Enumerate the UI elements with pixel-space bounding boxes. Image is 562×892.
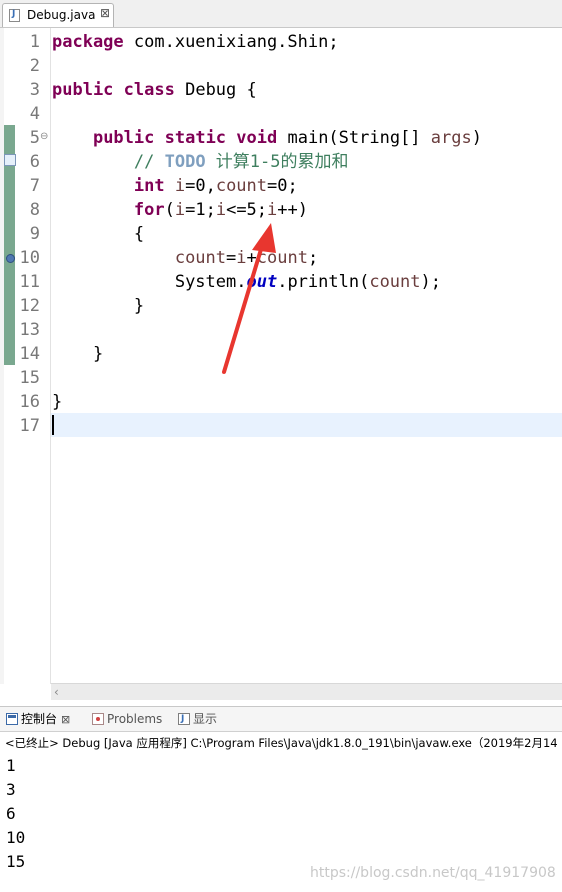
tab-problems[interactable]: Problems (92, 712, 162, 726)
line-number: 16 (19, 392, 40, 412)
scroll-left-icon[interactable]: ‹ (54, 684, 59, 700)
line-number: 7 (29, 176, 40, 196)
line-number: 12 (19, 296, 40, 316)
horizontal-scrollbar[interactable]: ‹ (51, 683, 562, 700)
line-number: 2 (29, 56, 40, 76)
watermark: https://blog.csdn.net/qq_41917908 (310, 865, 556, 881)
line-number: 5 (29, 128, 40, 148)
code-line-5: public static void main(String[] args) (92, 128, 482, 148)
gutter-separator (50, 28, 51, 684)
line-number: 15 (19, 368, 40, 388)
code-line-12: } (133, 296, 145, 316)
java-file-icon (9, 9, 20, 22)
line-number: 4 (29, 104, 40, 124)
tab-problems-label: Problems (107, 712, 163, 726)
code-line-1: package com.xuenixiang.Shin; (52, 32, 339, 52)
tab-display-label: 显示 (193, 712, 218, 726)
code-line-10: count=i+count; (174, 248, 319, 268)
tab-console[interactable]: 控制台 ⊠ (6, 712, 70, 727)
console-output-line: 15 (6, 852, 26, 871)
display-icon (178, 712, 190, 726)
tab-console-label: 控制台 (21, 712, 58, 726)
code-line-16: } (52, 392, 63, 412)
line-number: 10 (19, 248, 40, 268)
editor-tab-debug-java[interactable]: Debug.java ⊠ (2, 3, 114, 27)
current-line-highlight (51, 413, 562, 437)
code-editor[interactable]: 1 2 3 4 5 6 7 8 9 10 11 12 13 14 15 16 1… (0, 28, 562, 700)
line-number: 1 (29, 32, 40, 52)
fold-collapse-icon[interactable]: ⊖ (40, 131, 48, 143)
console-process-header: <已终止> Debug [Java 应用程序] C:\Program Files… (5, 736, 558, 750)
line-number: 9 (29, 224, 40, 244)
code-line-14: } (92, 344, 104, 364)
line-number: 13 (19, 320, 40, 340)
editor-tab-bar: Debug.java ⊠ (0, 0, 562, 28)
line-number: 14 (19, 344, 40, 364)
code-line-7: int i=0,count=0; (133, 176, 298, 196)
code-line-8: for(i=1;i<=5;i++) (133, 200, 308, 220)
editor-tab-label: Debug.java (27, 8, 96, 22)
code-line-9: { (133, 224, 145, 244)
text-caret (52, 415, 54, 435)
problems-icon (92, 713, 104, 725)
line-number: 3 (29, 80, 40, 100)
console-output-line: 10 (6, 828, 26, 847)
tab-display[interactable]: 显示 (178, 712, 217, 726)
line-number: 11 (19, 272, 40, 292)
console-output-line: 1 (6, 756, 16, 775)
code-line-11: System.out.println(count); (174, 272, 441, 292)
view-tab-bar: 控制台⊠ Problems 显示 (0, 706, 562, 732)
code-line-3: public class Debug { (52, 80, 257, 100)
close-tab-icon[interactable]: ⊠ (100, 6, 110, 20)
console-output-line: 6 (6, 804, 16, 823)
line-number: 6 (29, 152, 40, 172)
console-output-line: 3 (6, 780, 16, 799)
line-number: 8 (29, 200, 40, 220)
console-icon (6, 713, 18, 725)
close-console-icon[interactable]: ⊠ (61, 713, 70, 726)
code-line-6: // TODO 计算1-5的累加和 (133, 152, 349, 172)
line-number: 17 (19, 416, 40, 436)
